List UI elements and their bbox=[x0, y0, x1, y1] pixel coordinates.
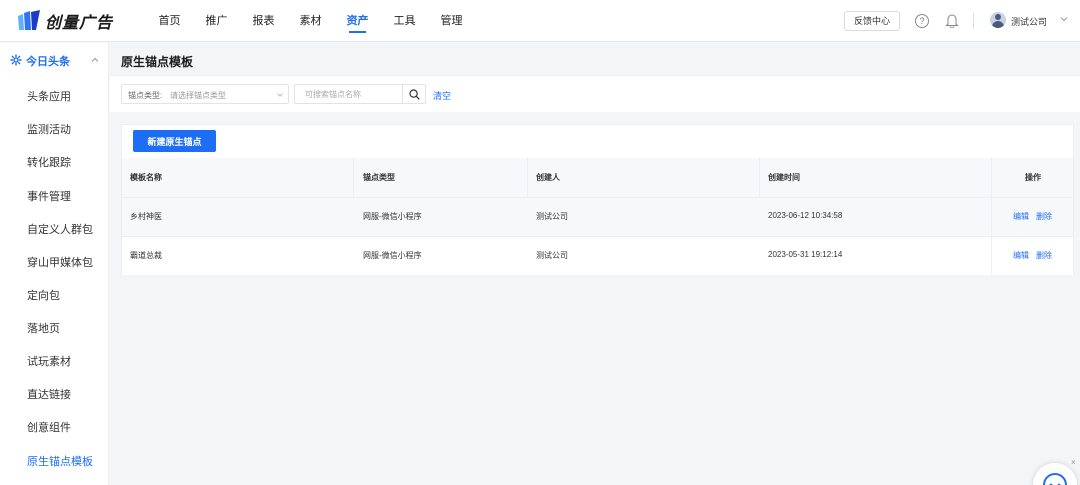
column-divider bbox=[759, 158, 760, 197]
cell-anchor-type: 网服-微信小程序 bbox=[363, 212, 422, 221]
table-header bbox=[122, 158, 1073, 197]
toutiao-icon bbox=[10, 54, 22, 66]
cell-created-time: 2023-06-12 10:34:58 bbox=[768, 211, 843, 220]
help-icon[interactable]: ? bbox=[915, 14, 929, 28]
cell-anchor-type: 网服-微信小程序 bbox=[363, 251, 422, 260]
column-divider bbox=[991, 158, 992, 197]
column-divider bbox=[527, 158, 528, 197]
anchor-type-placeholder: 请选择锚点类型 bbox=[170, 91, 226, 100]
sidebar-item-creative-components[interactable]: 创意组件 bbox=[27, 419, 71, 435]
cell-creator: 测试公司 bbox=[536, 212, 568, 221]
page-title: 原生锚点模板 bbox=[121, 55, 194, 69]
column-divider bbox=[991, 197, 992, 275]
chevron-down-icon[interactable] bbox=[1059, 14, 1069, 24]
cell-created-time: 2023-05-31 19:12:14 bbox=[768, 250, 843, 259]
delete-link[interactable]: 删除 bbox=[1036, 250, 1052, 261]
column-header-template-name: 模板名称 bbox=[130, 173, 162, 182]
chevron-down-icon bbox=[277, 93, 283, 97]
feedback-center-button[interactable]: 反馈中心 bbox=[844, 11, 900, 31]
delete-link[interactable]: 删除 bbox=[1036, 211, 1052, 222]
anchor-type-label: 锚点类型: bbox=[128, 91, 163, 100]
sidebar-group-toutiao[interactable]: 今日头条 bbox=[0, 43, 109, 77]
chat-icon bbox=[1043, 473, 1067, 485]
cell-template-name: 乡村神医 bbox=[130, 212, 162, 221]
sidebar-item-pangle-media[interactable]: 穿山甲媒体包 bbox=[27, 254, 93, 270]
table-row bbox=[122, 236, 1073, 275]
sidebar-item-targeting-package[interactable]: 定向包 bbox=[27, 287, 60, 303]
username[interactable]: 测试公司 bbox=[1011, 15, 1047, 28]
sidebar-item-event-management[interactable]: 事件管理 bbox=[27, 188, 71, 204]
sidebar-item-direct-link[interactable]: 直达链接 bbox=[27, 386, 71, 402]
sidebar-item-landing-page[interactable]: 落地页 bbox=[27, 320, 60, 336]
close-icon[interactable]: × bbox=[1071, 458, 1076, 467]
search-icon bbox=[409, 89, 420, 100]
edit-link[interactable]: 编辑 bbox=[1013, 211, 1029, 222]
nav-tools[interactable]: 工具 bbox=[381, 0, 428, 42]
column-header-created-time: 创建时间 bbox=[768, 173, 800, 182]
edit-link[interactable]: 编辑 bbox=[1013, 250, 1029, 261]
chevron-up-icon[interactable] bbox=[90, 55, 100, 65]
column-divider bbox=[353, 158, 354, 197]
cell-creator: 测试公司 bbox=[536, 251, 568, 260]
anchor-name-search-input[interactable] bbox=[294, 84, 402, 104]
nav-reports[interactable]: 报表 bbox=[240, 0, 287, 42]
nav-assets[interactable]: 资产 bbox=[334, 0, 381, 42]
sidebar-item-monitor-activities[interactable]: 监测活动 bbox=[27, 121, 71, 137]
search-button[interactable] bbox=[402, 84, 426, 104]
header-divider bbox=[973, 13, 974, 29]
sidebar: 今日头条 头条应用 监测活动 转化跟踪 事件管理 自定义人群包 穿山甲媒体包 定… bbox=[0, 43, 109, 485]
avatar[interactable] bbox=[990, 12, 1006, 28]
table-row bbox=[122, 197, 1073, 236]
nav-promotion[interactable]: 推广 bbox=[193, 0, 240, 42]
sidebar-item-toutiao-apps[interactable]: 头条应用 bbox=[27, 88, 71, 104]
bell-icon[interactable] bbox=[945, 13, 959, 28]
column-header-actions: 操作 bbox=[1025, 173, 1041, 182]
sidebar-item-conversion-tracking[interactable]: 转化跟踪 bbox=[27, 154, 71, 170]
brand-name: 创量广告 bbox=[45, 15, 114, 32]
sidebar-group-label: 今日头条 bbox=[26, 56, 70, 68]
column-header-anchor-type: 锚点类型 bbox=[363, 173, 395, 182]
anchor-type-select[interactable]: 锚点类型: 请选择锚点类型 bbox=[121, 84, 289, 104]
sidebar-item-playable-material[interactable]: 试玩素材 bbox=[27, 353, 71, 369]
nav-management[interactable]: 管理 bbox=[428, 0, 475, 42]
sidebar-item-native-anchor-template[interactable]: 原生锚点模板 bbox=[27, 453, 93, 469]
top-bar: 创量广告 首页 推广 报表 素材 资产 工具 管理 反馈中心 ? 测试公司 bbox=[0, 0, 1080, 42]
logo[interactable]: 创量广告 bbox=[16, 9, 113, 33]
sidebar-item-custom-audience[interactable]: 自定义人群包 bbox=[27, 221, 93, 237]
column-header-creator: 创建人 bbox=[536, 173, 560, 182]
cell-template-name: 霸道总裁 bbox=[130, 251, 162, 260]
nav-materials[interactable]: 素材 bbox=[287, 0, 334, 42]
nav-home[interactable]: 首页 bbox=[146, 0, 193, 42]
main-nav: 首页 推广 报表 素材 资产 工具 管理 bbox=[146, 0, 475, 42]
new-native-anchor-button[interactable]: 新建原生锚点 bbox=[133, 130, 216, 152]
clear-filters-link[interactable]: 清空 bbox=[433, 89, 451, 102]
logo-icon bbox=[18, 10, 40, 30]
